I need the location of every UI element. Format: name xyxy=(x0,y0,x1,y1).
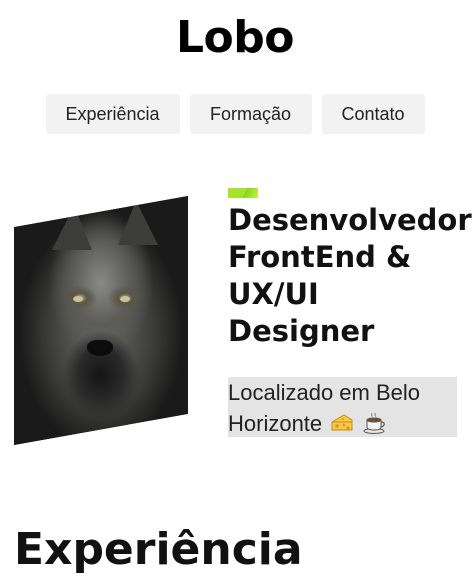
wolf-eye-right xyxy=(120,295,131,302)
wolf-nose xyxy=(87,340,114,357)
experience-section-title: Experiência xyxy=(14,524,303,575)
page: Lobo Experiência Formação Contato Desenv… xyxy=(0,0,475,579)
cheese-icon xyxy=(331,414,353,431)
wolf-ear-right xyxy=(118,200,159,245)
nav-button-formacao[interactable]: Formação xyxy=(189,94,312,134)
wolf-profile-image xyxy=(14,196,188,445)
location-text: Localizado em Belo Horizonte xyxy=(228,380,421,436)
hero-headline: Desenvolvedor FrontEnd & UX/UI Designer xyxy=(228,203,472,348)
wolf-ear-left xyxy=(52,205,93,250)
wolf-eye-left xyxy=(73,295,84,302)
nav-button-contato[interactable]: Contato xyxy=(321,94,425,134)
site-title: Lobo xyxy=(176,12,295,63)
location-box: Localizado em Belo Horizonte xyxy=(228,377,457,437)
main-nav: Experiência Formação Contato xyxy=(0,94,470,134)
accent-bar xyxy=(228,188,258,198)
nav-button-experiencia[interactable]: Experiência xyxy=(45,94,180,134)
coffee-icon xyxy=(363,412,386,434)
